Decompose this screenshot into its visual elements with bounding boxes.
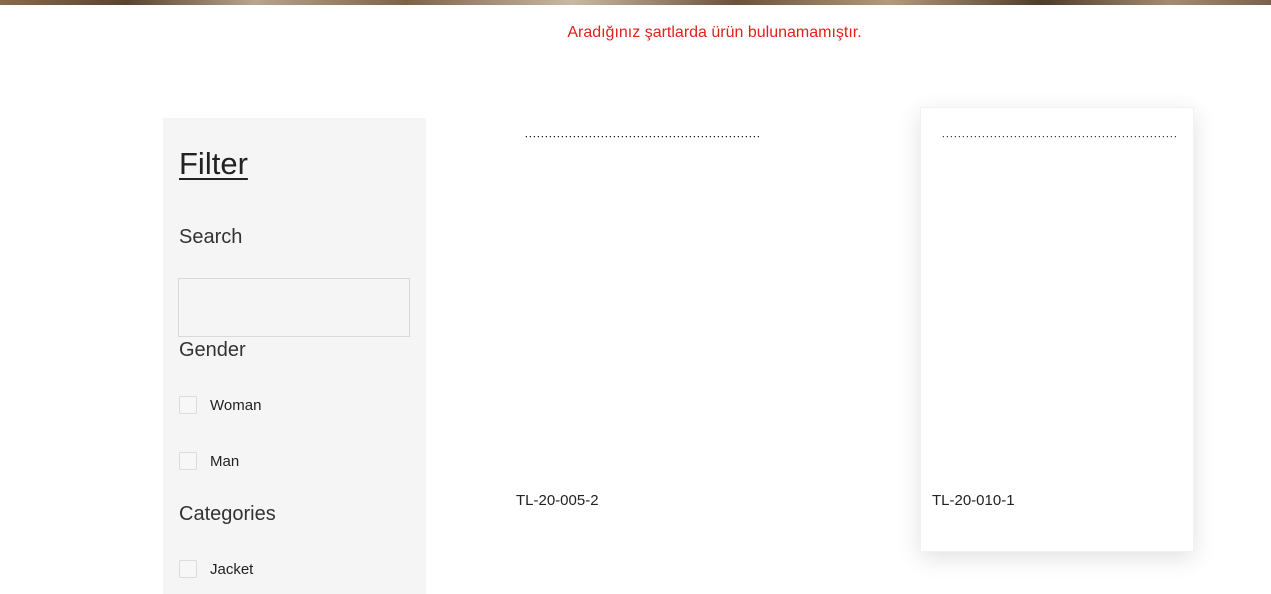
filter-sidebar: Filter Search Gender Woman Man Categorie… [163,118,426,594]
jacket-label: Jacket [210,560,254,578]
no-results-message: Aradığınız şartlarda ürün bulunamamıştır… [567,24,862,41]
gender-section-title: Gender [179,339,246,361]
product-code[interactable]: TL-20-010-1 [932,492,1015,509]
gender-option-man[interactable]: Man [179,452,239,470]
top-banner-image [0,0,1271,5]
woman-label: Woman [210,396,262,414]
gender-option-woman[interactable]: Woman [179,396,261,414]
search-section-title: Search [179,226,243,248]
jacket-checkbox[interactable] [179,560,197,578]
product-card[interactable]: TL-20-005-2 [504,107,778,552]
categories-section-title: Categories [179,503,276,525]
man-label: Man [210,452,240,470]
search-input[interactable] [178,278,410,337]
man-checkbox[interactable] [179,452,197,470]
fabric-swatch-image[interactable] [523,136,759,458]
product-card[interactable]: TL-20-010-1 [920,107,1194,552]
woman-checkbox[interactable] [179,396,197,414]
fabric-swatch-image[interactable] [940,136,1176,458]
filter-title: Filter [179,146,248,181]
category-option-jacket[interactable]: Jacket [179,560,253,578]
product-code[interactable]: TL-20-005-2 [516,492,599,509]
